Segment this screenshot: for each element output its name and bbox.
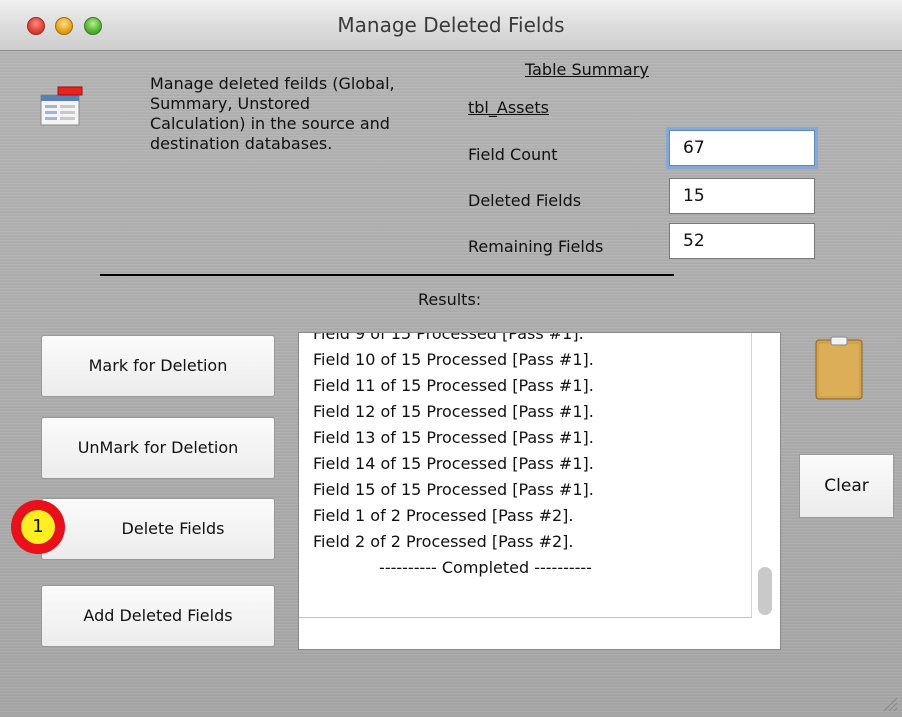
remaining-fields-label: Remaining Fields xyxy=(468,237,604,256)
results-text-area[interactable]: Field 9 of 15 Processed [Pass #1]. Field… xyxy=(299,333,752,618)
result-line: Field 2 of 2 Processed [Pass #2]. xyxy=(313,532,574,551)
result-line: Field 1 of 2 Processed [Pass #2]. xyxy=(313,506,574,525)
result-line-completed: ---------- Completed ---------- xyxy=(379,558,592,577)
clear-button[interactable]: Clear xyxy=(799,454,894,518)
resize-grip-icon[interactable] xyxy=(878,692,898,712)
result-line: Field 14 of 15 Processed [Pass #1]. xyxy=(313,454,594,473)
delete-fields-button[interactable]: Delete Fields xyxy=(41,498,275,560)
field-count-input[interactable]: 67 xyxy=(669,130,815,166)
mark-for-deletion-button[interactable]: Mark for Deletion xyxy=(41,335,275,397)
results-label: Results: xyxy=(418,290,482,309)
table-name: tbl_Assets xyxy=(468,98,549,117)
remaining-fields-input[interactable]: 52 xyxy=(669,223,815,259)
deleted-fields-input[interactable]: 15 xyxy=(669,178,815,214)
step-badge: 1 xyxy=(21,510,55,544)
table-icon xyxy=(40,86,83,126)
clipboard-icon[interactable] xyxy=(815,336,863,400)
unmark-for-deletion-button[interactable]: UnMark for Deletion xyxy=(41,417,275,479)
add-deleted-fields-button[interactable]: Add Deleted Fields xyxy=(41,585,275,647)
results-log[interactable]: Field 9 of 15 Processed [Pass #1]. Field… xyxy=(298,332,781,650)
result-line: Field 13 of 15 Processed [Pass #1]. xyxy=(313,428,594,447)
app-window: Manage Deleted Fields Manage deleted fei… xyxy=(0,0,902,717)
table-summary-heading: Table Summary xyxy=(525,60,649,79)
result-line: Field 15 of 15 Processed [Pass #1]. xyxy=(313,480,594,499)
divider xyxy=(100,274,674,276)
title-bar: Manage Deleted Fields xyxy=(0,0,902,51)
deleted-fields-label: Deleted Fields xyxy=(468,191,582,210)
result-line: Field 11 of 15 Processed [Pass #1]. xyxy=(313,376,594,395)
results-scrollbar-thumb[interactable] xyxy=(758,567,772,615)
result-line: Field 10 of 15 Processed [Pass #1]. xyxy=(313,350,594,369)
result-line: Field 9 of 15 Processed [Pass #1]. xyxy=(313,333,584,343)
field-count-label: Field Count xyxy=(468,145,558,164)
results-lines: Field 9 of 15 Processed [Pass #1]. Field… xyxy=(313,333,658,581)
result-line: Field 12 of 15 Processed [Pass #1]. xyxy=(313,402,594,421)
description-text: Manage deleted feilds (Global, Summary, … xyxy=(150,74,395,153)
window-title: Manage Deleted Fields xyxy=(337,13,565,37)
